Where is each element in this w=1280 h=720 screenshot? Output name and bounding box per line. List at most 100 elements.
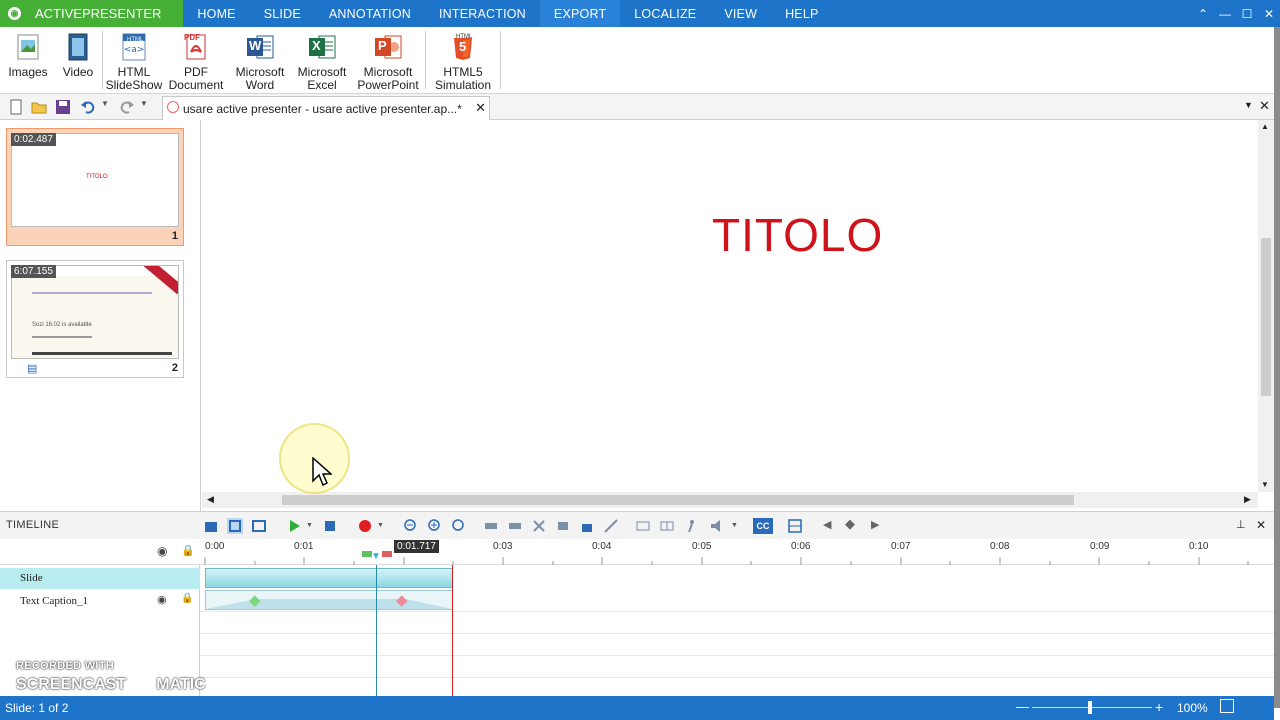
text-caption-clip[interactable]: ◆ ◆ bbox=[205, 590, 453, 610]
exit-effect-keyframe-icon[interactable]: ◆ bbox=[396, 591, 408, 609]
vertical-scrollbar[interactable]: ▲ ▼ bbox=[1258, 120, 1274, 492]
collapse-ribbon-icon[interactable]: ⌃ bbox=[1192, 7, 1214, 21]
play-dropdown-icon[interactable]: ▼ bbox=[306, 522, 322, 538]
audio-icon[interactable] bbox=[709, 518, 725, 534]
timeline-ruler[interactable]: ◉ 🔒 0:00 0:01 0:03 0:04 0:05 0:06 0:07 0… bbox=[0, 539, 1274, 565]
visibility-all-icon[interactable]: ◉ bbox=[157, 544, 167, 558]
track-text-caption[interactable]: Text Caption_1 ◉ 🔒 bbox=[0, 590, 200, 612]
audio-dropdown-icon[interactable]: ▼ bbox=[731, 522, 747, 538]
align-left-icon[interactable] bbox=[483, 518, 499, 534]
lock-all-icon[interactable]: 🔒 bbox=[181, 544, 195, 557]
zoom-out-icon[interactable] bbox=[403, 518, 419, 534]
align-right-icon[interactable] bbox=[507, 518, 523, 534]
slide-clip[interactable] bbox=[205, 568, 453, 588]
track-slide[interactable]: Slide bbox=[0, 568, 200, 589]
play-icon[interactable] bbox=[286, 518, 302, 534]
save-icon[interactable] bbox=[55, 99, 71, 115]
lock-icon[interactable]: 🔒 bbox=[181, 593, 193, 604]
motion-icon[interactable] bbox=[683, 518, 699, 534]
export-excel-button[interactable]: X Microsoft Excel bbox=[291, 27, 353, 93]
maximize-icon[interactable]: ☐ bbox=[1236, 7, 1258, 21]
entrance-effect-keyframe-icon[interactable]: ◆ bbox=[249, 591, 261, 609]
grid-icon[interactable] bbox=[659, 518, 675, 534]
menu-slide[interactable]: SLIDE bbox=[250, 0, 315, 27]
slide-canvas[interactable]: TITOLO bbox=[202, 120, 1258, 492]
cut-icon[interactable] bbox=[603, 518, 619, 534]
record-icon[interactable] bbox=[357, 518, 373, 534]
menu-view[interactable]: VIEW bbox=[710, 0, 771, 27]
close-tab-icon[interactable]: ✕ bbox=[475, 100, 486, 116]
minimize-icon[interactable]: — bbox=[1214, 7, 1236, 21]
playhead-handle-icon[interactable]: ▼ bbox=[371, 551, 381, 562]
zoom-slider-track[interactable] bbox=[1032, 707, 1152, 708]
zoom-out-button[interactable]: — bbox=[1016, 699, 1029, 714]
app-menu-button[interactable]: ◉ ACTIVEPRESENTER bbox=[0, 0, 184, 27]
slide-title-caption[interactable]: TITOLO bbox=[712, 208, 883, 262]
pin-panel-icon[interactable]: ⊥ bbox=[1236, 518, 1252, 534]
window-controls: ⌃ — ☐ ✕ bbox=[1192, 0, 1280, 27]
timeline-fit-icon[interactable] bbox=[227, 518, 243, 534]
next-keyframe-icon[interactable]: ▶ bbox=[871, 518, 887, 534]
export-powerpoint-button[interactable]: P Microsoft PowerPoint bbox=[353, 27, 423, 93]
export-html5-simulation-button[interactable]: HTML 5 HTML5 Simulation bbox=[428, 27, 498, 93]
zoom-slider-handle[interactable] bbox=[1088, 701, 1092, 714]
horizontal-scroll-thumb[interactable] bbox=[282, 495, 1074, 505]
redo-icon[interactable] bbox=[119, 99, 135, 115]
add-keyframe-icon[interactable]: ◆ bbox=[845, 516, 861, 532]
menu-interaction[interactable]: INTERACTION bbox=[425, 0, 540, 27]
menu-home[interactable]: HOME bbox=[183, 0, 249, 27]
zoom-in-icon[interactable] bbox=[427, 518, 443, 534]
new-file-icon[interactable] bbox=[8, 99, 24, 115]
document-tab[interactable]: usare active presenter - usare active pr… bbox=[162, 96, 490, 120]
menu-export[interactable]: EXPORT bbox=[539, 0, 621, 27]
layout-icon[interactable] bbox=[787, 518, 803, 534]
scroll-right-icon[interactable]: ▶ bbox=[1244, 494, 1251, 505]
zoom-fit-icon[interactable] bbox=[451, 518, 467, 534]
watermark-line-3: MATIC bbox=[156, 676, 206, 693]
open-folder-icon[interactable] bbox=[31, 99, 47, 115]
close-icon[interactable]: ✕ bbox=[1258, 7, 1280, 21]
split-icon[interactable] bbox=[531, 518, 547, 534]
menu-help[interactable]: HELP bbox=[771, 0, 832, 27]
end-marker[interactable] bbox=[382, 551, 392, 557]
close-document-icon[interactable]: ✕ bbox=[1259, 98, 1270, 114]
redo-dropdown-icon[interactable]: ▼ bbox=[140, 99, 156, 115]
export-video-button[interactable]: Video bbox=[56, 27, 100, 93]
tab-list-dropdown-icon[interactable]: ▼ bbox=[1244, 100, 1253, 110]
visibility-icon[interactable]: ◉ bbox=[157, 593, 167, 606]
distribute-icon[interactable] bbox=[635, 518, 651, 534]
excel-icon: X bbox=[307, 32, 337, 62]
slide-thumbnail-2[interactable]: Sozi 16.02 is available 6:07.155 ▤ 2 bbox=[6, 260, 184, 378]
scroll-left-icon[interactable]: ◀ bbox=[207, 494, 214, 505]
insert-icon[interactable] bbox=[579, 518, 595, 534]
closed-caption-button[interactable]: CC bbox=[753, 518, 773, 534]
slide-thumbnail-1[interactable]: TITOLO 0:02.487 1 bbox=[6, 128, 184, 246]
export-images-button[interactable]: Images bbox=[0, 27, 56, 93]
close-timeline-icon[interactable]: ✕ bbox=[1256, 518, 1272, 534]
svg-text:<a>: <a> bbox=[124, 45, 145, 55]
menu-localize[interactable]: LOCALIZE bbox=[620, 0, 710, 27]
layer-icon[interactable] bbox=[203, 518, 219, 534]
export-html-slideshow-button[interactable]: <a> HTML HTML SlideShow bbox=[105, 27, 163, 93]
menu-annotation[interactable]: ANNOTATION bbox=[315, 0, 425, 27]
undo-dropdown-icon[interactable]: ▼ bbox=[101, 99, 117, 115]
vertical-scroll-thumb[interactable] bbox=[1261, 238, 1271, 396]
loop-icon[interactable] bbox=[251, 518, 267, 534]
trim-icon[interactable] bbox=[555, 518, 571, 534]
scroll-up-icon[interactable]: ▲ bbox=[1261, 122, 1269, 131]
stop-icon[interactable] bbox=[322, 518, 338, 534]
excel-icon-text: X bbox=[312, 38, 321, 53]
scroll-down-icon[interactable]: ▼ bbox=[1261, 480, 1269, 489]
export-word-button[interactable]: W Microsoft Word bbox=[229, 27, 291, 93]
export-pdf-button[interactable]: PDF PDF Document bbox=[163, 27, 229, 93]
record-dropdown-icon[interactable]: ▼ bbox=[377, 522, 393, 538]
html5-icon: HTML 5 bbox=[448, 32, 478, 62]
fit-to-window-icon[interactable] bbox=[1220, 699, 1234, 713]
ribbon-separator bbox=[425, 31, 426, 89]
previous-keyframe-icon[interactable]: ◀ bbox=[823, 518, 839, 534]
app-name: ACTIVEPRESENTER bbox=[35, 6, 162, 21]
horizontal-scrollbar[interactable]: ◀ ▶ bbox=[202, 492, 1258, 508]
zoom-in-button[interactable]: + bbox=[1155, 699, 1163, 715]
ruler-tick: 0:04 bbox=[592, 541, 612, 552]
undo-icon[interactable] bbox=[80, 99, 96, 115]
